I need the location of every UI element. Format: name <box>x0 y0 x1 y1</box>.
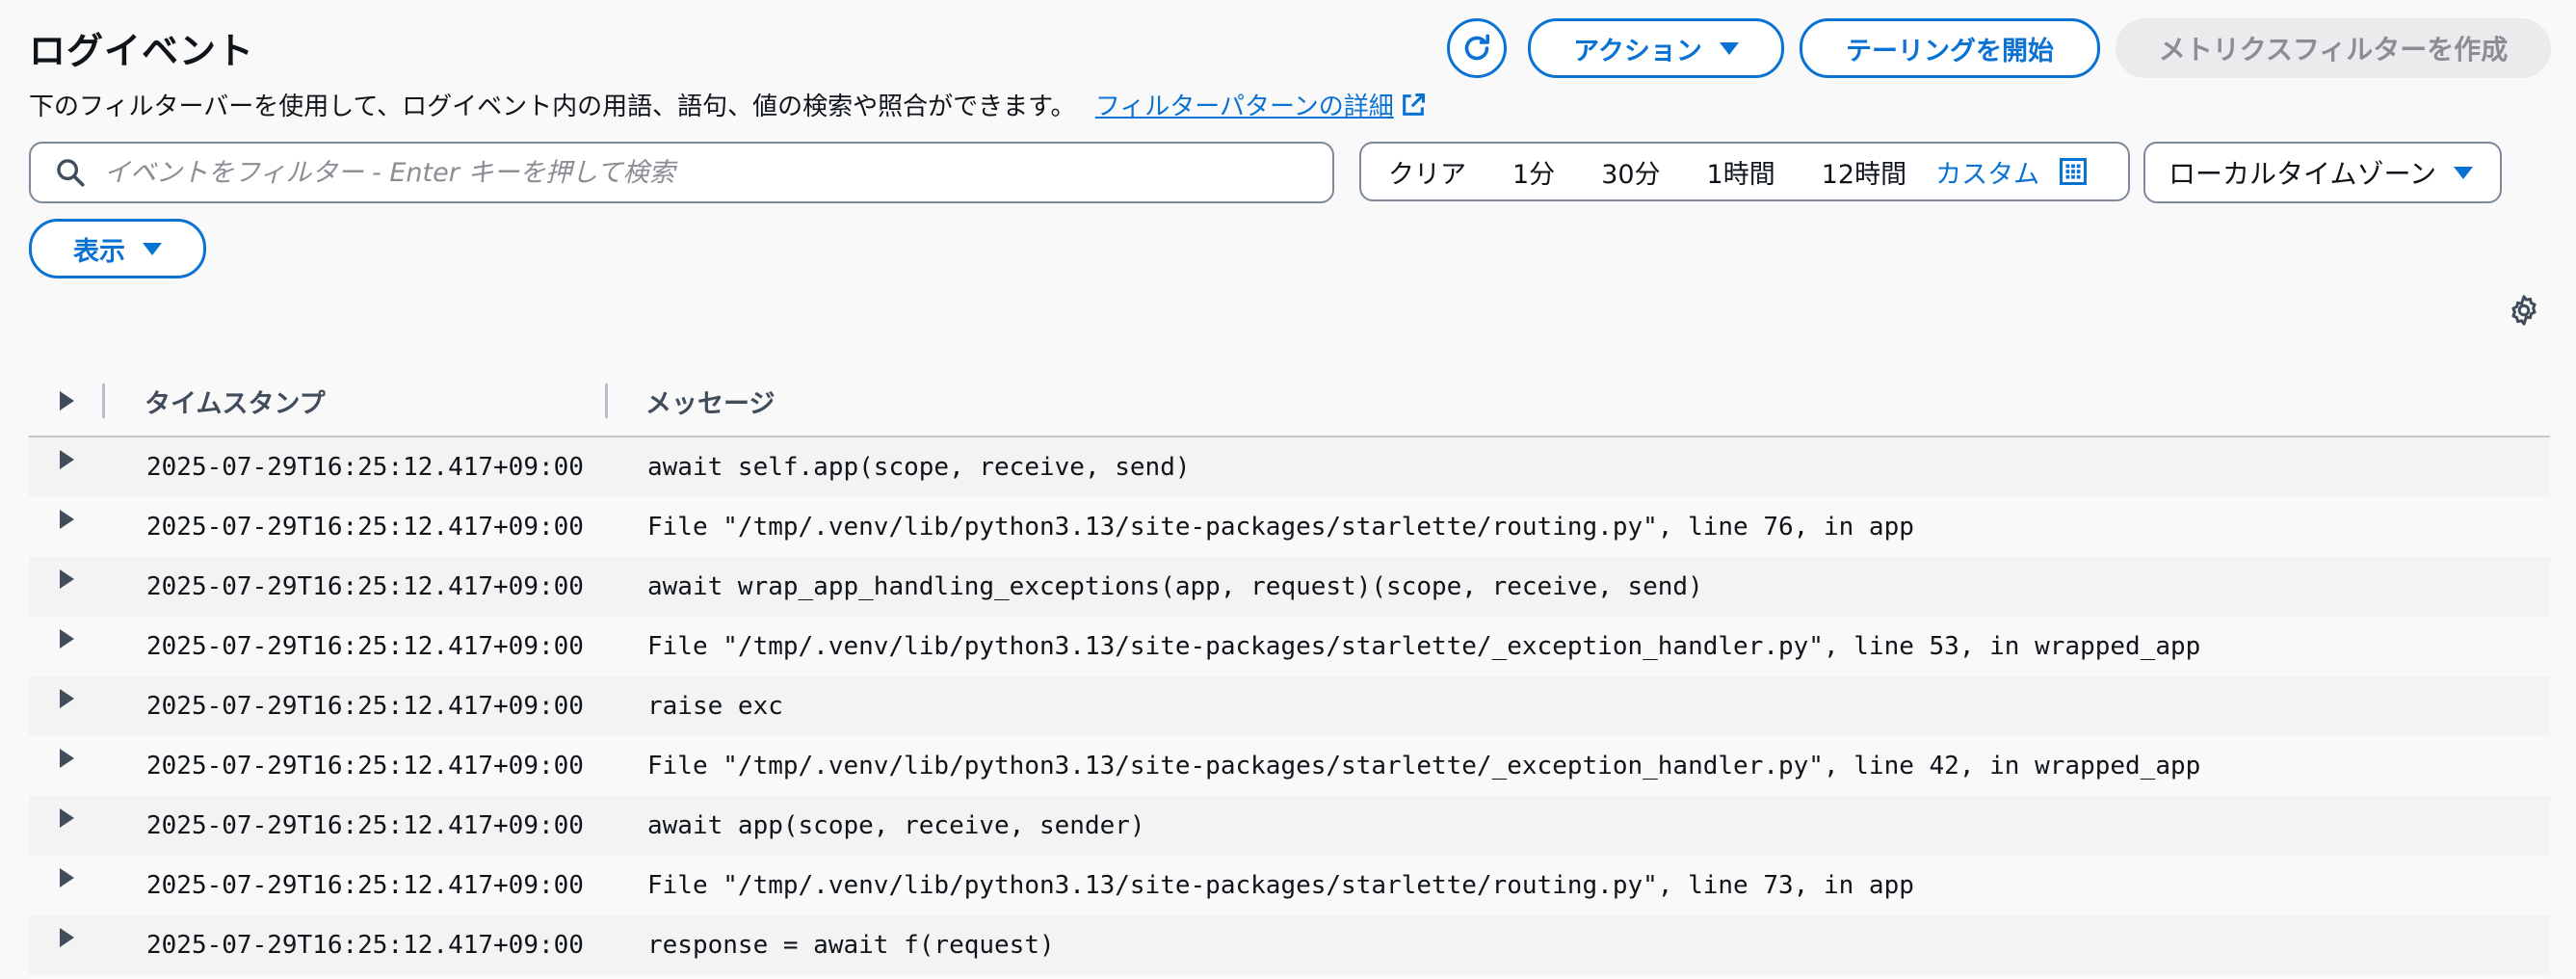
expand-row-icon[interactable] <box>60 629 74 648</box>
table-row[interactable]: 2025-07-29T16:25:12.417+09:00 await self.… <box>29 437 2550 497</box>
filter-pattern-details-link[interactable]: フィルターパターンの詳細 <box>1095 87 1427 122</box>
log-events-table: タイムスタンプ メッセージ 2025-07-29T16:25:12.417+09… <box>29 366 2550 975</box>
time-range-12hour[interactable]: 12時間 <box>1822 153 1906 191</box>
expand-all-icon[interactable] <box>60 391 74 410</box>
gear-icon[interactable] <box>2507 293 2541 328</box>
display-dropdown[interactable]: 表示 <box>29 219 206 278</box>
actions-dropdown[interactable]: アクション <box>1528 18 1784 78</box>
expand-row-icon[interactable] <box>60 510 74 529</box>
time-range-1hour[interactable]: 1時間 <box>1707 153 1775 191</box>
table-row[interactable]: 2025-07-29T16:25:12.417+09:00 File "/tmp/… <box>29 497 2550 557</box>
expand-row-icon[interactable] <box>60 868 74 887</box>
column-header-timestamp[interactable]: タイムスタンプ <box>145 383 326 420</box>
start-tailing-label: テーリングを開始 <box>1846 36 2054 66</box>
description-text: 下のフィルターバーを使用して、ログイベント内の用語、語句、値の検索や照合ができま… <box>29 93 1076 121</box>
filter-search-box[interactable] <box>29 142 1334 203</box>
table-row[interactable]: 2025-07-29T16:25:12.417+09:00 await app(s… <box>29 796 2550 856</box>
table-row[interactable]: 2025-07-29T16:25:12.417+09:00 response = … <box>29 915 2550 975</box>
time-range-1min[interactable]: 1分 <box>1512 153 1555 191</box>
caret-down-icon <box>2454 166 2473 179</box>
row-timestamp: 2025-07-29T16:25:12.417+09:00 <box>146 811 584 840</box>
time-range-clear[interactable]: クリア <box>1388 153 1466 191</box>
row-message: File "/tmp/.venv/lib/python3.13/site-pac… <box>647 752 2201 781</box>
table-row[interactable]: 2025-07-29T16:25:12.417+09:00 File "/tmp/… <box>29 617 2550 676</box>
row-message: response = await f(request) <box>647 931 1055 960</box>
row-message: await wrap_app_handling_exceptions(app, … <box>647 572 1703 601</box>
row-message: File "/tmp/.venv/lib/python3.13/site-pac… <box>647 871 1914 900</box>
display-label: 表示 <box>73 236 125 267</box>
calendar-icon[interactable] <box>2059 157 2088 186</box>
expand-row-icon[interactable] <box>60 450 74 469</box>
refresh-button[interactable] <box>1447 18 1507 78</box>
filter-events-input[interactable] <box>102 156 1301 189</box>
page-title: ログイベント <box>29 30 255 72</box>
table-row[interactable]: 2025-07-29T16:25:12.417+09:00 File "/tmp/… <box>29 736 2550 796</box>
row-message: await app(scope, receive, sender) <box>647 811 1145 840</box>
expand-row-icon[interactable] <box>60 569 74 589</box>
row-timestamp: 2025-07-29T16:25:12.417+09:00 <box>146 572 584 601</box>
row-timestamp: 2025-07-29T16:25:12.417+09:00 <box>146 692 584 721</box>
expand-row-icon[interactable] <box>60 808 74 828</box>
time-range-selector: クリア 1分 30分 1時間 12時間 カスタム <box>1359 142 2130 201</box>
expand-row-icon[interactable] <box>60 749 74 768</box>
column-divider[interactable] <box>102 384 105 418</box>
row-timestamp: 2025-07-29T16:25:12.417+09:00 <box>146 453 584 482</box>
table-row[interactable]: 2025-07-29T16:25:12.417+09:00 raise exc <box>29 676 2550 736</box>
expand-row-icon[interactable] <box>60 928 74 947</box>
table-row[interactable]: 2025-07-29T16:25:12.417+09:00 await wrap_… <box>29 557 2550 617</box>
timezone-label: ローカルタイムゾーン <box>2169 158 2437 190</box>
table-body: 2025-07-29T16:25:12.417+09:00 await self.… <box>29 437 2550 975</box>
timezone-select[interactable]: ローカルタイムゾーン <box>2143 142 2502 203</box>
row-message: await self.app(scope, receive, send) <box>647 453 1191 482</box>
caret-down-icon <box>143 242 162 255</box>
column-divider[interactable] <box>605 384 608 418</box>
row-message: File "/tmp/.venv/lib/python3.13/site-pac… <box>647 632 2201 661</box>
details-link-label: フィルターパターンの詳細 <box>1094 93 1394 121</box>
expand-row-icon[interactable] <box>60 689 74 708</box>
column-header-message[interactable]: メッセージ <box>645 383 775 420</box>
create-metric-filter-button[interactable]: メトリクスフィルターを作成 <box>2116 18 2551 78</box>
row-timestamp: 2025-07-29T16:25:12.417+09:00 <box>146 513 584 542</box>
time-range-custom[interactable]: カスタム <box>1935 153 2039 191</box>
row-timestamp: 2025-07-29T16:25:12.417+09:00 <box>146 931 584 960</box>
search-icon <box>57 159 85 187</box>
table-row[interactable]: 2025-07-29T16:25:12.417+09:00 File "/tmp/… <box>29 856 2550 915</box>
table-header: タイムスタンプ メッセージ <box>29 366 2550 437</box>
row-timestamp: 2025-07-29T16:25:12.417+09:00 <box>146 632 584 661</box>
refresh-icon <box>1464 34 1490 61</box>
external-link-icon <box>1402 93 1425 116</box>
time-range-30min[interactable]: 30分 <box>1601 153 1660 191</box>
row-message: File "/tmp/.venv/lib/python3.13/site-pac… <box>647 513 1914 542</box>
row-message: raise exc <box>647 692 783 721</box>
row-timestamp: 2025-07-29T16:25:12.417+09:00 <box>146 752 584 781</box>
page-description: 下のフィルターバーを使用して、ログイベント内の用語、語句、値の検索や照合ができま… <box>29 87 1427 122</box>
caret-down-icon <box>1719 41 1739 55</box>
create-metric-filter-label: メトリクスフィルターを作成 <box>2158 34 2509 66</box>
row-timestamp: 2025-07-29T16:25:12.417+09:00 <box>146 871 584 900</box>
start-tailing-button[interactable]: テーリングを開始 <box>1800 18 2100 78</box>
actions-label: アクション <box>1573 36 1702 66</box>
